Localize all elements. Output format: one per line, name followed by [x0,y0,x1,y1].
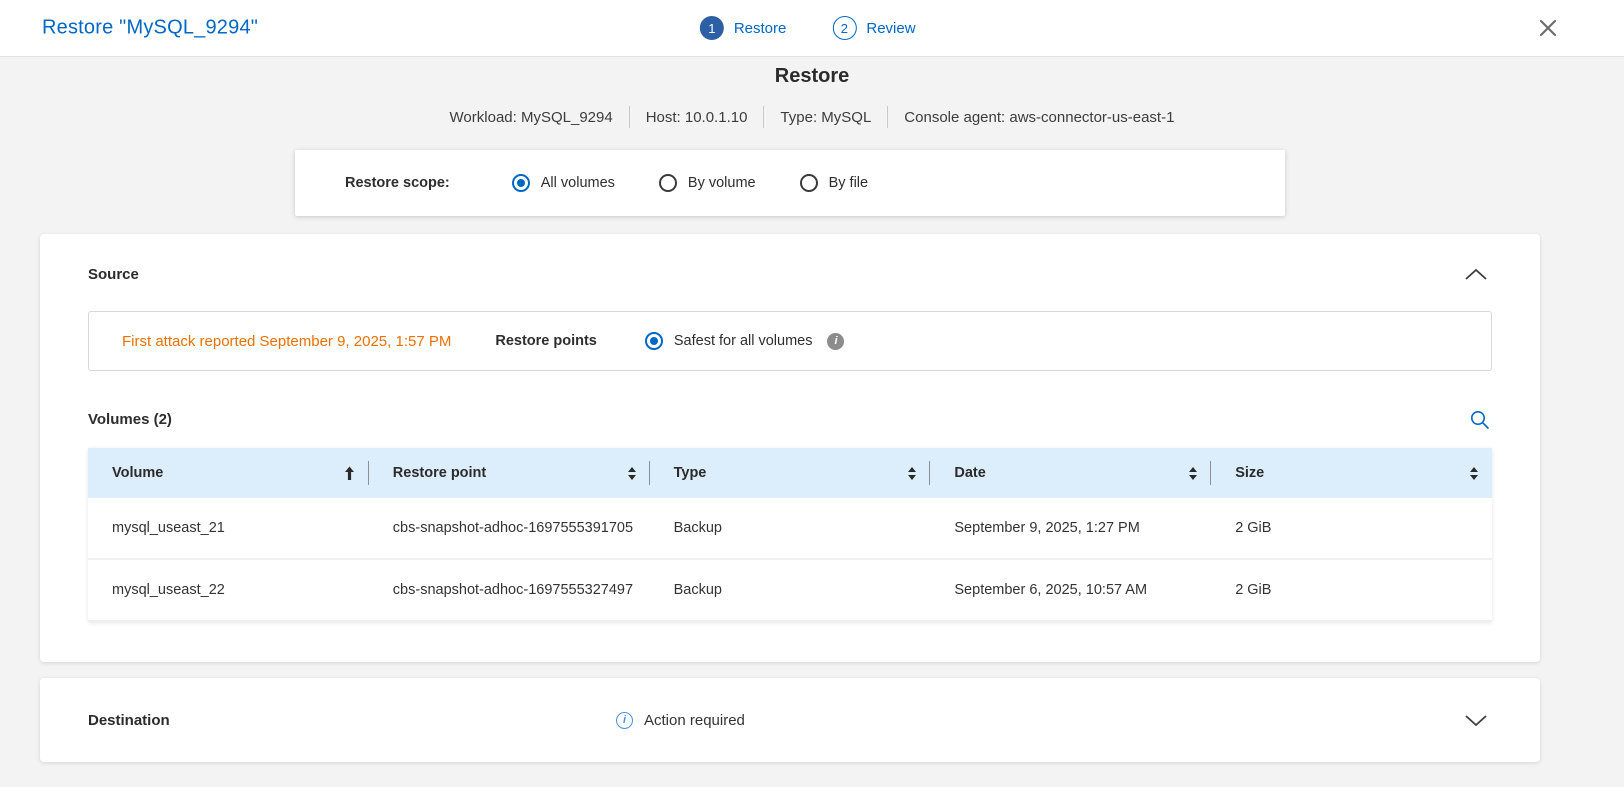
cell-type: Backup [650,498,931,558]
destination-section: Destination i Action required [40,678,1540,762]
radio-selected-icon [512,174,530,192]
destination-title: Destination [88,712,170,729]
divider [887,106,888,128]
radio-unselected-icon [659,174,677,192]
radio-selected-icon [645,332,663,350]
radio-unselected-icon [800,174,818,192]
radio-by-file[interactable]: By file [800,174,869,192]
cell-volume: mysql_useast_22 [88,560,369,620]
column-header-type[interactable]: Type [650,448,931,498]
chevron-up-icon[interactable] [1460,264,1492,285]
volumes-table: Volume Restore point Type [88,448,1492,622]
dialog-header: Restore "MySQL_9294" 1 Restore 2 Review [0,0,1624,57]
close-icon[interactable] [1534,14,1562,42]
column-header-volume[interactable]: Volume [88,448,369,498]
step-1-badge: 1 [700,16,724,40]
table-header-row: Volume Restore point Type [88,448,1492,498]
destination-status: i Action required [616,712,745,729]
cell-volume: mysql_useast_21 [88,498,369,558]
step-1-label: Restore [734,20,787,37]
meta-host: Host: 10.0.1.10 [646,109,748,126]
attack-notice: First attack reported September 9, 2025,… [122,333,451,350]
restore-points-bar: First attack reported September 9, 2025,… [88,311,1492,371]
meta-workload: Workload: MySQL_9294 [450,109,613,126]
cell-date: September 6, 2025, 10:57 AM [930,560,1211,620]
cell-size: 2 GiB [1211,560,1492,620]
table-row[interactable]: mysql_useast_22 cbs-snapshot-adhoc-16975… [88,560,1492,622]
restore-scope-card: Restore scope: All volumes By volume By … [295,150,1285,216]
restore-points-label: Restore points [495,333,597,349]
step-2-badge: 2 [832,16,856,40]
dialog-title: Restore "MySQL_9294" [42,17,258,40]
sort-icon[interactable] [628,467,636,480]
radio-all-volumes[interactable]: All volumes [512,174,615,192]
divider [629,106,630,128]
cell-date: September 9, 2025, 1:27 PM [930,498,1211,558]
divider [763,106,764,128]
wizard-stepper: 1 Restore 2 Review [700,16,916,40]
restore-scope-label: Restore scope: [345,175,450,191]
page-title: Restore [0,57,1624,88]
volumes-heading: Volumes (2) [88,411,172,428]
cell-type: Backup [650,560,931,620]
meta-console-agent: Console agent: aws-connector-us-east-1 [904,109,1174,126]
column-header-restore-point[interactable]: Restore point [369,448,650,498]
source-title: Source [88,266,139,283]
info-icon[interactable]: i [827,333,844,350]
step-restore[interactable]: 1 Restore [700,16,787,40]
step-2-label: Review [866,20,915,37]
chevron-down-icon[interactable] [1460,710,1492,731]
search-icon[interactable] [1467,407,1492,432]
column-header-date[interactable]: Date [930,448,1211,498]
workload-meta-row: Workload: MySQL_9294 Host: 10.0.1.10 Typ… [0,106,1624,128]
step-review[interactable]: 2 Review [832,16,915,40]
restore-scope-options: All volumes By volume By file [512,174,868,192]
column-header-size[interactable]: Size [1211,448,1492,498]
cell-size: 2 GiB [1211,498,1492,558]
cell-restore-point: cbs-snapshot-adhoc-1697555391705 [369,498,650,558]
action-required-label: Action required [644,712,745,729]
sort-ascending-icon[interactable] [344,466,355,481]
sort-icon[interactable] [1189,467,1197,480]
table-row[interactable]: mysql_useast_21 cbs-snapshot-adhoc-16975… [88,498,1492,560]
info-icon: i [616,712,633,729]
radio-safest-for-all-volumes[interactable]: Safest for all volumes i [645,332,845,350]
sort-icon[interactable] [1470,467,1478,480]
sort-icon[interactable] [908,467,916,480]
source-section: Source First attack reported September 9… [40,234,1540,662]
cell-restore-point: cbs-snapshot-adhoc-1697555327497 [369,560,650,620]
meta-type: Type: MySQL [780,109,871,126]
radio-by-volume[interactable]: By volume [659,174,756,192]
